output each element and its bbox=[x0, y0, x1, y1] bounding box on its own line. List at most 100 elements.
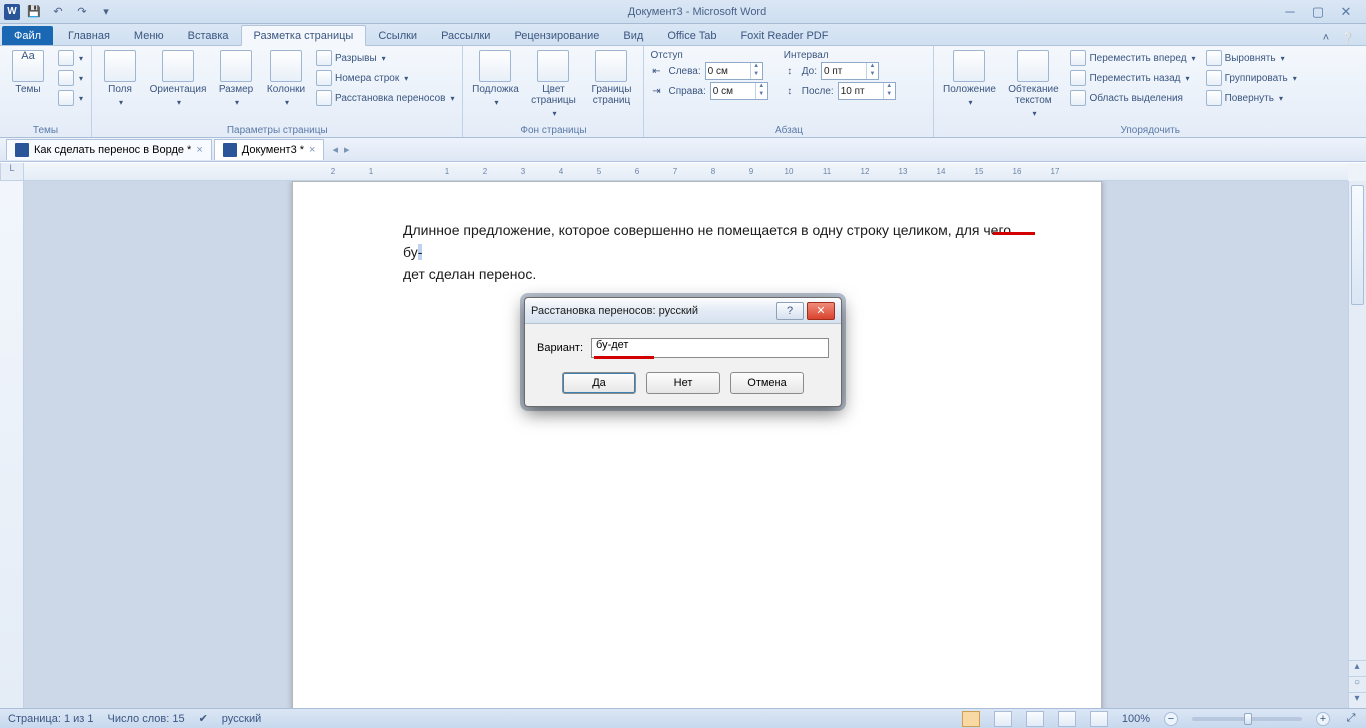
orientation-button[interactable]: Ориентация▾ bbox=[146, 48, 210, 108]
group-paragraph: Отступ ⇤Слева:0 см▲▼ ⇥Справа:0 см▲▼ Инте… bbox=[644, 46, 934, 137]
wrap-text-button[interactable]: Обтекание текстом▾ bbox=[1002, 48, 1064, 119]
dialog-cancel-button[interactable]: Отмена bbox=[730, 372, 804, 394]
zoom-in-icon[interactable]: + bbox=[1316, 712, 1330, 726]
spin-up-icon[interactable]: ▲ bbox=[750, 63, 762, 71]
document-page[interactable]: Длинное предложение, которое совершенно … bbox=[292, 181, 1102, 708]
tab-office-tab[interactable]: Office Tab bbox=[655, 26, 728, 45]
group-objects-button[interactable]: Группировать▾ bbox=[1202, 68, 1301, 88]
page-color-button[interactable]: Цвет страницы▾ bbox=[525, 48, 581, 119]
dialog-titlebar[interactable]: Расстановка переносов: русский ? ✕ bbox=[525, 298, 841, 324]
scrollbar-thumb[interactable] bbox=[1351, 185, 1364, 305]
theme-colors-button[interactable]: ▾ bbox=[54, 48, 87, 68]
dialog-help-icon[interactable]: ? bbox=[776, 302, 804, 320]
theme-fonts-button[interactable]: ▾ bbox=[54, 68, 87, 88]
doc-tab-2-close-icon[interactable]: × bbox=[309, 144, 315, 156]
indent-left-input[interactable]: 0 см▲▼ bbox=[705, 62, 763, 80]
status-proofing-icon[interactable]: ✔ bbox=[199, 712, 208, 725]
hyphenation-button[interactable]: Расстановка переносов▾ bbox=[312, 88, 458, 108]
dialog-no-button[interactable]: Нет bbox=[646, 372, 720, 394]
page-scroll-area[interactable]: Длинное предложение, которое совершенно … bbox=[24, 181, 1348, 708]
indent-right-input[interactable]: 0 см▲▼ bbox=[710, 82, 768, 100]
group-icon bbox=[1206, 70, 1222, 86]
doc-tab-1-close-icon[interactable]: × bbox=[196, 144, 202, 156]
breaks-button[interactable]: Разрывы▾ bbox=[312, 48, 458, 68]
horizontal-ruler[interactable]: 211234567891011121314151617 bbox=[24, 163, 1348, 181]
zoom-slider-thumb[interactable] bbox=[1244, 713, 1252, 725]
dialog-yes-button[interactable]: Да bbox=[562, 372, 636, 394]
send-backward-button[interactable]: Переместить назад▾ bbox=[1066, 68, 1199, 88]
group-caption-arrange: Упорядочить bbox=[938, 123, 1362, 137]
line-numbers-button[interactable]: Номера строк▾ bbox=[312, 68, 458, 88]
bring-forward-button[interactable]: Переместить вперед▾ bbox=[1066, 48, 1199, 68]
vertical-ruler[interactable] bbox=[0, 181, 24, 708]
group-themes: Aa Темы ▾ ▾ ▾ Темы bbox=[0, 46, 92, 137]
browse-object-icon[interactable]: ○ bbox=[1348, 676, 1366, 692]
size-button[interactable]: Размер▾ bbox=[212, 48, 260, 108]
qat-redo-icon[interactable]: ↷ bbox=[72, 2, 92, 22]
tab-mailings[interactable]: Рассылки bbox=[429, 26, 502, 45]
dialog-variant-input[interactable]: бу-дет bbox=[591, 338, 829, 358]
tab-file[interactable]: Файл bbox=[2, 26, 53, 45]
doc-tab-next-icon[interactable]: ▸ bbox=[344, 143, 350, 156]
tab-foxit[interactable]: Foxit Reader PDF bbox=[728, 26, 840, 45]
help-icon[interactable]: ❔ bbox=[1340, 32, 1356, 45]
window-restore-icon[interactable]: ▢ bbox=[1306, 4, 1330, 20]
tab-view[interactable]: Вид bbox=[611, 26, 655, 45]
ribbon-minimize-icon[interactable]: ˄ bbox=[1318, 32, 1334, 45]
status-word-count[interactable]: Число слов: 15 bbox=[108, 713, 185, 725]
rotate-button[interactable]: Повернуть▾ bbox=[1202, 88, 1301, 108]
qat-customize-icon[interactable]: ▾ bbox=[96, 2, 116, 22]
watermark-button[interactable]: Подложка▾ bbox=[467, 48, 523, 108]
title-bar: W 💾 ↶ ↷ ▾ Документ3 - Microsoft Word ─ ▢… bbox=[0, 0, 1366, 24]
spin-down-icon[interactable]: ▼ bbox=[750, 71, 762, 79]
margins-button[interactable]: Поля▾ bbox=[96, 48, 144, 108]
columns-button[interactable]: Колонки▾ bbox=[262, 48, 310, 108]
position-button[interactable]: Положение▾ bbox=[938, 48, 1000, 108]
doc-tab-1-label: Как сделать перенос в Ворде * bbox=[34, 144, 191, 156]
group-caption-page-setup: Параметры страницы bbox=[96, 123, 458, 137]
zoom-out-icon[interactable]: − bbox=[1164, 712, 1178, 726]
next-page-icon[interactable]: ▾ bbox=[1348, 692, 1366, 708]
view-fullscreen-icon[interactable] bbox=[994, 711, 1012, 727]
view-print-layout-icon[interactable] bbox=[962, 711, 980, 727]
doc-tab-2[interactable]: Документ3 * × bbox=[214, 139, 325, 160]
status-page[interactable]: Страница: 1 из 1 bbox=[8, 713, 94, 725]
tab-menu[interactable]: Меню bbox=[122, 26, 176, 45]
word-app-icon: W bbox=[4, 4, 20, 20]
tab-references[interactable]: Ссылки bbox=[366, 26, 429, 45]
document-text[interactable]: Длинное предложение, которое совершенно … bbox=[403, 220, 1031, 286]
doc-tab-1[interactable]: Как сделать перенос в Ворде * × bbox=[6, 139, 212, 160]
zoom-slider[interactable] bbox=[1192, 717, 1302, 721]
space-after-icon: ↕ bbox=[782, 86, 798, 97]
status-bar: Страница: 1 из 1 Число слов: 15 ✔ русски… bbox=[0, 708, 1366, 728]
window-minimize-icon[interactable]: ─ bbox=[1278, 4, 1302, 20]
space-after-input[interactable]: 10 пт▲▼ bbox=[838, 82, 896, 100]
tab-insert[interactable]: Вставка bbox=[176, 26, 241, 45]
group-arrange: Положение▾ Обтекание текстом▾ Переместит… bbox=[934, 46, 1366, 137]
status-language[interactable]: русский bbox=[222, 713, 261, 725]
vertical-scrollbar[interactable]: ▴ ○ ▾ bbox=[1348, 181, 1366, 708]
effects-icon bbox=[58, 90, 74, 106]
selection-pane-button[interactable]: Область выделения bbox=[1066, 88, 1199, 108]
qat-save-icon[interactable]: 💾 bbox=[24, 2, 44, 22]
themes-button[interactable]: Aa Темы bbox=[4, 48, 52, 95]
tab-page-layout[interactable]: Разметка страницы bbox=[241, 25, 367, 46]
doc-tab-prev-icon[interactable]: ◂ bbox=[332, 143, 338, 156]
zoom-level[interactable]: 100% bbox=[1122, 713, 1150, 725]
zoom-fit-icon[interactable]: ⤢ bbox=[1344, 712, 1358, 725]
view-outline-icon[interactable] bbox=[1058, 711, 1076, 727]
space-before-input[interactable]: 0 пт▲▼ bbox=[821, 62, 879, 80]
qat-undo-icon[interactable]: ↶ bbox=[48, 2, 68, 22]
view-web-icon[interactable] bbox=[1026, 711, 1044, 727]
dialog-close-icon[interactable]: ✕ bbox=[807, 302, 835, 320]
fonts-icon bbox=[58, 70, 74, 86]
align-button[interactable]: Выровнять▾ bbox=[1202, 48, 1301, 68]
tab-review[interactable]: Рецензирование bbox=[502, 26, 611, 45]
tab-home[interactable]: Главная bbox=[56, 26, 122, 45]
theme-effects-button[interactable]: ▾ bbox=[54, 88, 87, 108]
view-draft-icon[interactable] bbox=[1090, 711, 1108, 727]
window-close-icon[interactable]: ✕ bbox=[1334, 4, 1358, 20]
prev-page-icon[interactable]: ▴ bbox=[1348, 660, 1366, 676]
page-borders-button[interactable]: Границы страниц bbox=[583, 48, 639, 106]
annotation-underline bbox=[993, 232, 1035, 235]
